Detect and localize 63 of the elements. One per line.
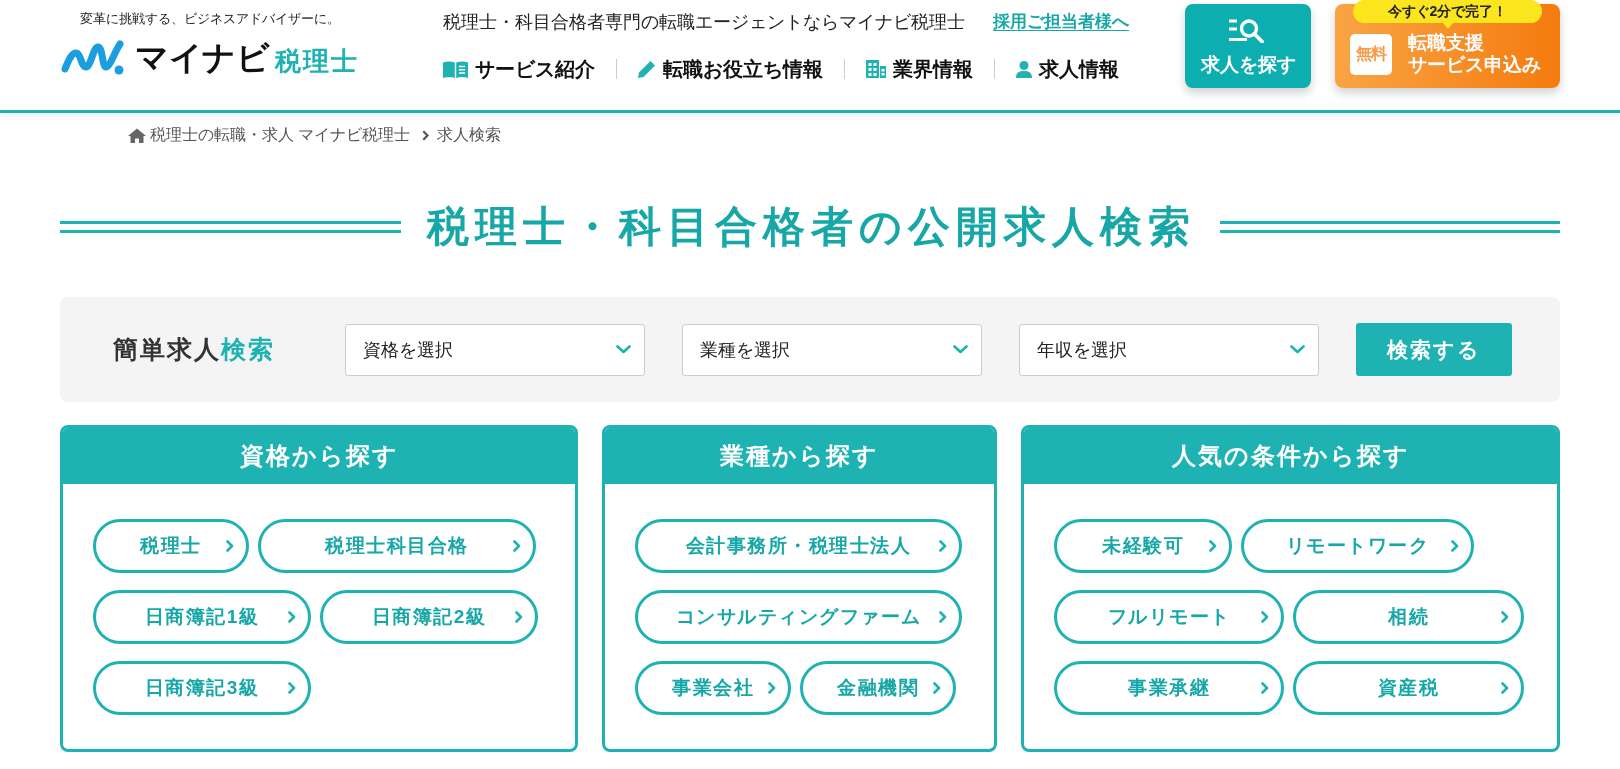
card-header: 業種から探す	[605, 428, 994, 484]
employer-link[interactable]: 採用ご担当者様へ	[993, 11, 1129, 33]
job-search-button[interactable]: 求人を探す	[1185, 4, 1311, 88]
chevron-right-icon	[515, 611, 523, 623]
chevron-down-icon	[1290, 345, 1305, 354]
nav-link[interactable]: 求人情報	[1016, 56, 1119, 82]
nav-link[interactable]: 業界情報	[866, 56, 973, 82]
select-field[interactable]: 資格を選択	[345, 323, 645, 376]
category-link[interactable]: コンサルティングファーム	[635, 590, 962, 644]
search-icon	[1229, 18, 1267, 43]
chevron-right-icon	[1501, 611, 1509, 623]
chevron-right-icon	[513, 540, 521, 552]
nav-link[interactable]: サービス紹介	[443, 56, 595, 82]
home-icon	[128, 127, 146, 143]
category-link[interactable]: 相続	[1293, 590, 1524, 644]
category-link[interactable]: 日商簿記2級	[320, 590, 538, 644]
card-header: 人気の条件から探す	[1024, 428, 1557, 484]
chevron-right-icon	[226, 540, 234, 552]
chevron-right-icon	[422, 129, 430, 141]
person-icon	[1016, 60, 1032, 78]
chevron-down-icon	[953, 345, 968, 354]
category-link[interactable]: 金融機関	[800, 661, 956, 715]
breadcrumb-link[interactable]: 税理士の転職・求人 マイナビ税理士	[150, 124, 411, 146]
category-link[interactable]: 資産税	[1293, 661, 1524, 715]
category-link[interactable]: 税理士科目合格	[258, 519, 536, 573]
tagline: 変革に挑戦する、ビジネスアドバイザーに。	[80, 10, 340, 28]
brand-name[interactable]: マイナビ	[135, 40, 269, 76]
category-link[interactable]: 税理士	[93, 519, 249, 573]
book-icon	[443, 60, 468, 78]
page-title: 税理士・科目合格者の公開求人検索	[426, 202, 1196, 252]
select-field[interactable]: 業種を選択	[682, 323, 982, 376]
wave-logo-icon[interactable]	[60, 39, 126, 76]
category-link[interactable]: 日商簿記1級	[93, 590, 311, 644]
category-link[interactable]: 事業会社	[635, 661, 791, 715]
category-link[interactable]: 日商簿記3級	[93, 661, 311, 715]
breadcrumb-current: 求人検索	[437, 124, 502, 145]
free-tag: 無料	[1350, 33, 1392, 75]
category-link[interactable]: 未経験可	[1054, 519, 1232, 573]
chevron-right-icon	[933, 682, 941, 694]
category-link[interactable]: リモートワーク	[1241, 519, 1474, 573]
card-header: 資格から探す	[63, 428, 575, 484]
select-field[interactable]: 年収を選択	[1019, 323, 1319, 376]
pencil-icon	[638, 60, 656, 78]
headline: 税理士・科目合格者専門の転職エージェントならマイナビ税理士	[443, 11, 965, 33]
chevron-right-icon	[288, 611, 296, 623]
chevron-right-icon	[1261, 611, 1269, 623]
chevron-right-icon	[288, 682, 296, 694]
chevron-right-icon	[768, 682, 776, 694]
chevron-right-icon	[939, 611, 947, 623]
building-icon	[866, 60, 886, 78]
brand-suffix[interactable]: 税理士	[275, 46, 359, 76]
category-link[interactable]: 事業承継	[1054, 661, 1284, 715]
category-link[interactable]: フルリモート	[1054, 590, 1284, 644]
chevron-right-icon	[1451, 540, 1459, 552]
search-button[interactable]: 検索する	[1356, 323, 1512, 376]
category-link[interactable]: 会計事務所・税理士法人	[635, 519, 962, 573]
chevron-right-icon	[939, 540, 947, 552]
search-label: 簡単求人検索	[113, 334, 276, 365]
chevron-right-icon	[1261, 682, 1269, 694]
chevron-right-icon	[1501, 682, 1509, 694]
nav-link[interactable]: 転職お役立ち情報	[638, 56, 823, 82]
chevron-down-icon	[616, 345, 631, 354]
chevron-right-icon	[1209, 540, 1217, 552]
